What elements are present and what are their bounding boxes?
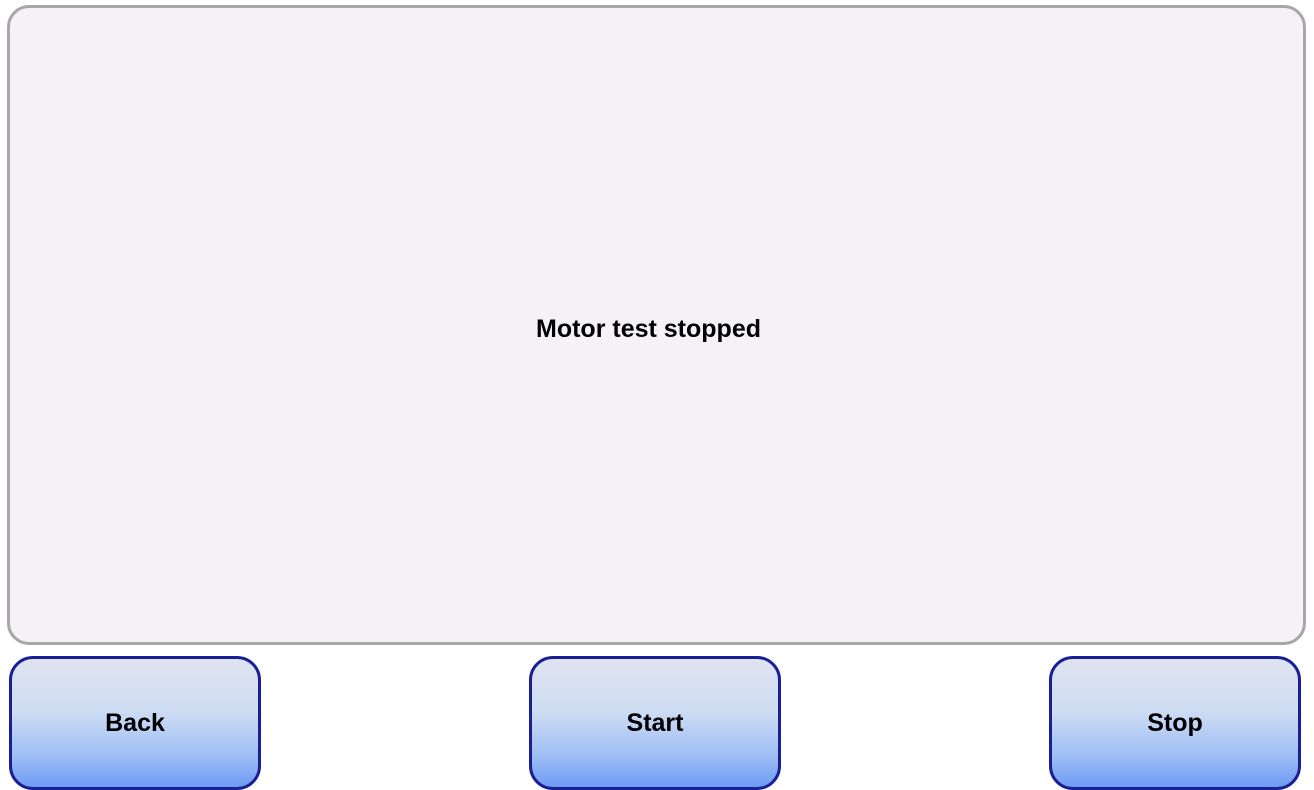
stop-button[interactable]: Stop — [1049, 656, 1301, 790]
stop-button-label: Stop — [1147, 709, 1203, 737]
start-button[interactable]: Start — [529, 656, 781, 790]
back-button-label: Back — [105, 709, 165, 737]
status-panel: Motor test stopped — [7, 5, 1306, 645]
start-button-label: Start — [626, 709, 684, 737]
back-button[interactable]: Back — [9, 656, 261, 790]
status-message: Motor test stopped — [536, 314, 761, 343]
